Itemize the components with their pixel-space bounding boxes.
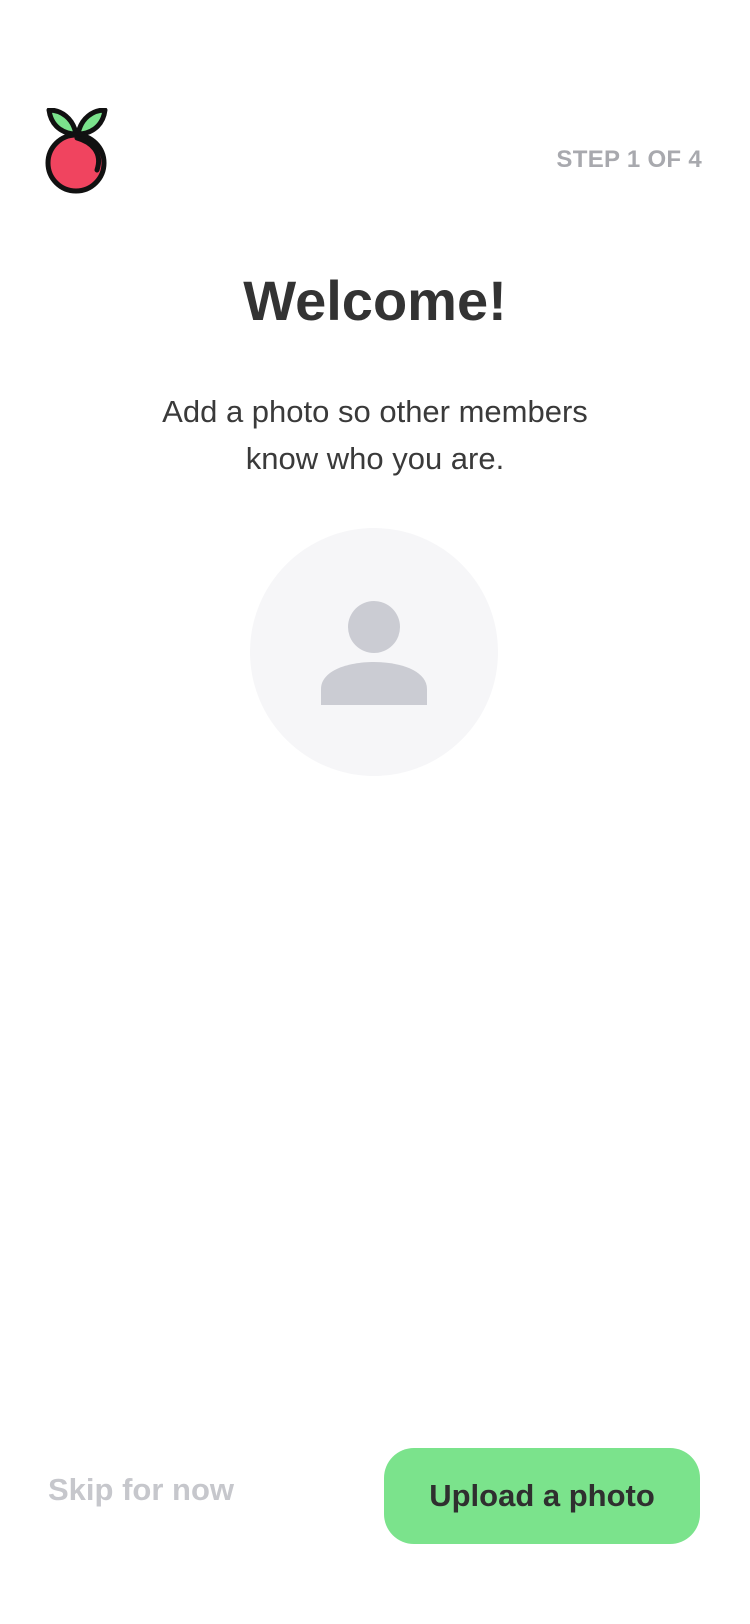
user-placeholder-icon [321, 601, 427, 705]
page-subtitle: Add a photo so other members know who yo… [162, 394, 588, 476]
skip-button[interactable]: Skip for now [48, 1472, 234, 1508]
avatar-placeholder[interactable] [250, 528, 498, 776]
step-indicator: STEP 1 OF 4 [556, 146, 702, 173]
header: STEP 1 OF 4 [0, 0, 750, 230]
cherry-logo-icon [45, 108, 109, 200]
upload-photo-button[interactable]: Upload a photo [384, 1448, 700, 1544]
page-title: Welcome! [243, 269, 507, 332]
